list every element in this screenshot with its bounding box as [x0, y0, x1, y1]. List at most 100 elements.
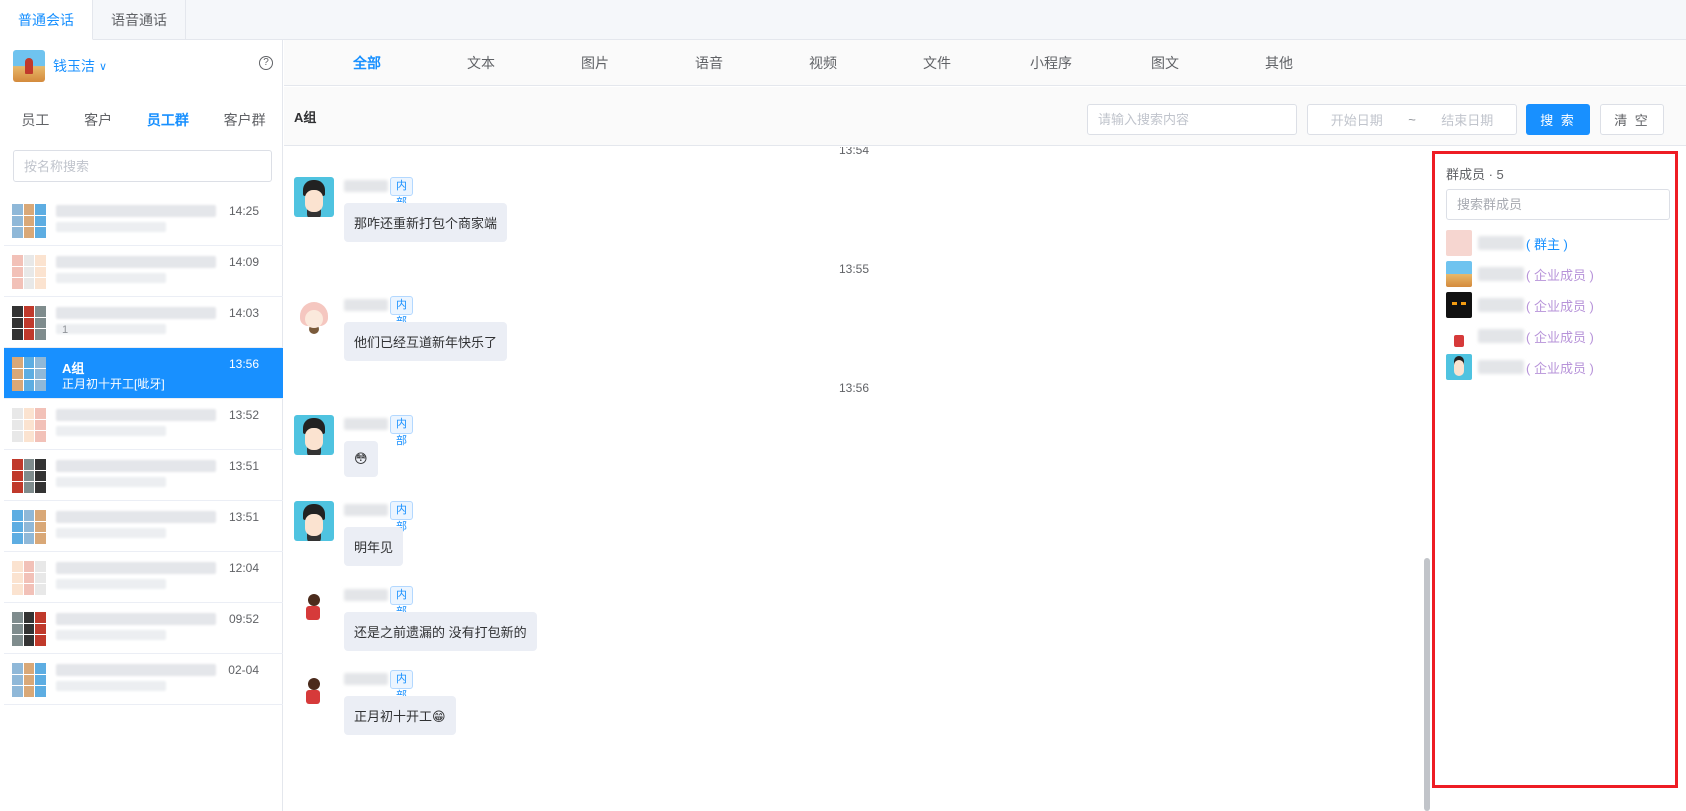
conversation-title-redacted	[56, 307, 216, 319]
tab-mini-program[interactable]: 小程序	[994, 40, 1108, 85]
user-name: 钱玉洁	[53, 58, 95, 74]
clear-button[interactable]: 清 空	[1600, 104, 1664, 135]
avatar	[1446, 323, 1472, 349]
member-name-redacted	[1478, 360, 1524, 374]
conversation-title-redacted	[56, 205, 216, 217]
conversation-item[interactable]: 09:52	[4, 603, 283, 654]
name-search-input[interactable]	[13, 150, 272, 182]
tab-text[interactable]: 文本	[424, 40, 538, 85]
conversation-item[interactable]: 14:25	[4, 195, 283, 246]
conversation-time: 13:52	[228, 408, 259, 422]
avatar[interactable]	[294, 586, 334, 626]
time-separator: 13:55	[838, 262, 870, 276]
member-search-input[interactable]	[1446, 189, 1670, 220]
conversation-time: 13:56	[228, 357, 259, 371]
conversation-item[interactable]: 12:04	[4, 552, 283, 603]
start-date-field[interactable]: 开始日期	[1331, 110, 1383, 129]
current-user[interactable]: 钱玉洁 ∨	[13, 50, 107, 82]
conversation-time: 14:25	[228, 204, 259, 218]
chevron-down-icon: ∨	[99, 60, 108, 73]
tab-file[interactable]: 文件	[880, 40, 994, 85]
conversation-title-redacted	[56, 664, 216, 676]
conversation-preview-redacted	[56, 681, 166, 691]
conversation-title-redacted	[56, 562, 216, 574]
conversation-item[interactable]: A组 正月初十开工[呲牙] 13:56	[4, 348, 283, 399]
group-avatar	[12, 561, 46, 595]
avatar[interactable]	[294, 415, 334, 455]
search-button[interactable]: 搜 索	[1526, 104, 1590, 135]
time-separator: 13:54	[838, 147, 870, 157]
conversation-preview-redacted	[56, 630, 166, 640]
chat-archive-app: 普通会话 语音通话 钱玉洁 ∨ ? 员工 客户 员工群 客户群 14:25 14:…	[0, 0, 1686, 811]
tab-normal-chat[interactable]: 普通会话	[0, 0, 93, 40]
member-item[interactable]: ( 群主 )	[1446, 230, 1666, 256]
conversation-item[interactable]: 13:51	[4, 501, 283, 552]
conversation-time: 09:52	[228, 612, 259, 626]
tab-other[interactable]: 其他	[1222, 40, 1336, 85]
content-search-input[interactable]	[1087, 104, 1297, 135]
sender-name-redacted	[344, 673, 388, 685]
avatar	[1446, 354, 1472, 380]
conversation-item[interactable]: 1 14:03	[4, 297, 283, 348]
avatar	[1446, 292, 1472, 318]
conversation-item[interactable]: 02-04	[4, 654, 283, 705]
date-range-picker[interactable]: 开始日期 ~ 结束日期	[1307, 104, 1517, 135]
conversation-item[interactable]: 13:51	[4, 450, 283, 501]
message-type-tabs: 全部 文本 图片 语音 视频 文件 小程序 图文 其他	[284, 40, 1686, 86]
tab-article[interactable]: 图文	[1108, 40, 1222, 85]
conversation-time: 14:09	[228, 255, 259, 269]
conversation-title-redacted	[56, 511, 216, 523]
avatar[interactable]	[294, 670, 334, 710]
help-icon[interactable]: ?	[259, 56, 273, 70]
internal-tag: 内部	[390, 177, 413, 209]
member-item[interactable]: ( 企业成员 )	[1446, 261, 1666, 287]
conversation-preview-redacted	[56, 426, 166, 436]
tab-customer-group[interactable]: 客户群	[224, 100, 266, 140]
message-area: 13:54 13:55 13:56 内部 那咋还重新打包个商家端 内部 他们已经…	[284, 147, 1424, 811]
group-avatar	[12, 612, 46, 646]
message-bubble: 还是之前遗漏的 没有打包新的	[344, 612, 537, 651]
sender-name-redacted	[344, 180, 388, 192]
member-item[interactable]: ( 企业成员 )	[1446, 292, 1666, 318]
tab-customer[interactable]: 客户	[84, 100, 112, 140]
tab-video[interactable]: 视频	[766, 40, 880, 85]
internal-tag: 内部	[390, 296, 413, 328]
end-date-field[interactable]: 结束日期	[1441, 110, 1493, 129]
conversation-item[interactable]: 13:52	[4, 399, 283, 450]
message-bubble: 😳	[344, 441, 378, 477]
avatar[interactable]	[294, 177, 334, 217]
sender-name-redacted	[344, 504, 388, 516]
scrollbar-thumb[interactable]	[1424, 558, 1430, 811]
member-role: ( 企业成员 )	[1526, 299, 1594, 314]
tab-image[interactable]: 图片	[538, 40, 652, 85]
avatar[interactable]	[294, 296, 334, 336]
conversation-title-redacted	[56, 409, 216, 421]
sender-name-redacted	[344, 589, 388, 601]
conversation-preview-redacted	[56, 528, 166, 538]
conversation-time: 02-04	[228, 663, 259, 677]
conversation-title-redacted	[56, 256, 216, 268]
conversation-time: 14:03	[228, 306, 259, 320]
conversation-item[interactable]: 14:09	[4, 246, 283, 297]
tab-voice-call[interactable]: 语音通话	[93, 0, 186, 40]
member-item[interactable]: ( 企业成员 )	[1446, 323, 1666, 349]
avatar[interactable]	[294, 501, 334, 541]
member-item[interactable]: ( 企业成员 )	[1446, 354, 1666, 380]
internal-tag: 内部	[390, 586, 413, 618]
tab-all[interactable]: 全部	[310, 40, 424, 85]
conversation-time: 13:51	[228, 510, 259, 524]
group-avatar	[12, 459, 46, 493]
member-role: ( 企业成员 )	[1526, 330, 1594, 345]
member-name-redacted	[1478, 329, 1524, 343]
chat-toolbar: A组 开始日期 ~ 结束日期 搜 索 清 空	[284, 87, 1686, 146]
group-avatar	[12, 204, 46, 238]
group-avatar	[12, 255, 46, 289]
tab-employee[interactable]: 员工	[21, 100, 49, 140]
message-bubble: 正月初十开工😁	[344, 696, 456, 735]
conversation-preview-redacted	[56, 579, 166, 589]
group-title: A组	[294, 110, 317, 125]
member-name-redacted	[1478, 236, 1524, 250]
tab-employee-group[interactable]: 员工群	[147, 100, 189, 140]
member-role: ( 企业成员 )	[1526, 361, 1594, 376]
tab-voice[interactable]: 语音	[652, 40, 766, 85]
